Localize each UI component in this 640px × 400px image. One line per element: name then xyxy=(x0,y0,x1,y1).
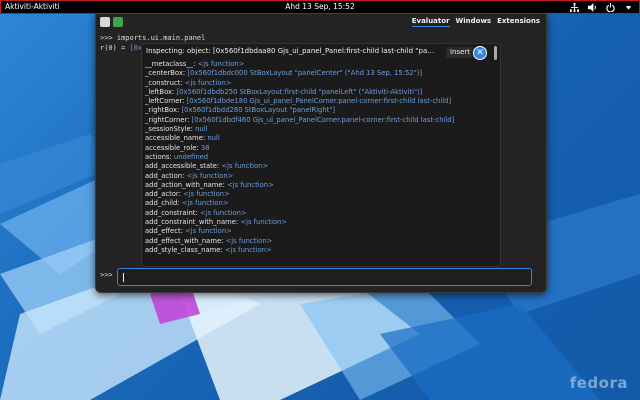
scrollbar[interactable] xyxy=(494,46,497,60)
property-row: _sessionStyle: null xyxy=(145,125,495,134)
close-icon[interactable]: ✕ xyxy=(473,46,487,60)
tab-extensions[interactable]: Extensions xyxy=(497,17,540,27)
property-row: __metaclass__: <js function> xyxy=(145,60,495,69)
property-row: add_accessible_state: <js function> xyxy=(145,162,495,171)
property-list: __metaclass__: <js function> _centerBox: … xyxy=(145,60,495,255)
property-name: _rightBox: xyxy=(145,106,182,115)
property-name: actions: xyxy=(145,152,174,161)
property-value[interactable]: [0x560f1dbde180 Gjs_ui_panel_PanelCorner… xyxy=(187,97,452,105)
property-value[interactable]: undefined xyxy=(174,153,208,161)
property-name: add_action_with_name: xyxy=(145,180,228,189)
property-name: accessible_role: xyxy=(145,143,201,152)
property-row: _rightBox: [0x560f1dbdd280 StBoxLayout "… xyxy=(145,106,495,115)
property-row: _construct: <js function> xyxy=(145,79,495,88)
property-row: accessible_name: null xyxy=(145,134,495,143)
clock[interactable]: Ahd 13 Sep, 15:52 xyxy=(1,2,639,11)
property-value[interactable]: [0x560f1dbdb250 StBoxLayout:first-child … xyxy=(177,88,423,96)
property-value[interactable]: <js function> xyxy=(221,162,268,170)
property-name: _construct: xyxy=(145,78,185,87)
property-name: add_constraint_with_name: xyxy=(145,218,241,227)
property-value[interactable]: <js function> xyxy=(225,246,272,254)
property-row: actions: undefined xyxy=(145,153,495,162)
property-name: add_action: xyxy=(145,171,187,180)
property-row: add_effect: <js function> xyxy=(145,227,495,236)
property-value[interactable]: [0x560f1dbdf460 Gjs_ui_panel_PanelCorner… xyxy=(192,116,455,124)
property-value[interactable]: <js function> xyxy=(182,199,229,207)
property-row: _leftBox: [0x560f1dbdb250 StBoxLayout:fi… xyxy=(145,88,495,97)
property-name: add_child: xyxy=(145,199,182,208)
property-row: add_action: <js function> xyxy=(145,172,495,181)
property-name: add_effect: xyxy=(145,227,186,236)
property-name: _sessionStyle: xyxy=(145,125,196,134)
property-name: add_actor: xyxy=(145,190,184,199)
property-row: _rightCorner: [0x560f1dbdf460 Gjs_ui_pan… xyxy=(145,116,495,125)
tab-bar: Evaluator Windows Extensions xyxy=(411,17,540,27)
gc-icon[interactable] xyxy=(113,17,123,27)
property-value[interactable]: <js function> xyxy=(187,172,234,180)
picker-icon[interactable] xyxy=(100,17,110,27)
result-prefix: r(0) = xyxy=(100,44,130,52)
property-value[interactable]: [0x560f1dbdc000 StBoxLayout "panelCenter… xyxy=(187,69,422,77)
property-value[interactable]: <js function> xyxy=(183,190,230,198)
property-value[interactable]: <js function> xyxy=(198,60,245,68)
property-name: accessible_name: xyxy=(145,134,208,143)
property-value[interactable]: [0x560f1dbdd280 StBoxLayout "panelRight"… xyxy=(181,106,335,114)
property-value[interactable]: <js function> xyxy=(200,209,247,217)
property-value[interactable]: null xyxy=(207,134,219,142)
fedora-logo: fedora xyxy=(569,374,628,392)
property-row: _leftCorner: [0x560f1dbde180 Gjs_ui_pane… xyxy=(145,97,495,106)
property-name: _leftBox: xyxy=(145,87,177,96)
property-name: _rightCorner: xyxy=(145,115,192,124)
property-value[interactable]: <js function> xyxy=(185,227,232,235)
tab-windows[interactable]: Windows xyxy=(456,17,492,27)
volume-icon xyxy=(587,2,597,12)
property-name: __metaclass__: xyxy=(145,60,198,68)
network-icon xyxy=(569,2,579,12)
property-row: accessible_role: 38 xyxy=(145,144,495,153)
property-name: _leftCorner: xyxy=(145,97,187,106)
property-row: _centerBox: [0x560f1dbdc000 StBoxLayout … xyxy=(145,69,495,78)
object-inspector: Inspecting: object: [0x560f1dbdaa80 Gjs_… xyxy=(141,43,501,267)
property-row: add_style_class_name: <js function> xyxy=(145,246,495,255)
eval-input[interactable] xyxy=(117,268,532,286)
insert-button[interactable]: Insert xyxy=(446,47,474,58)
text-caret xyxy=(123,273,124,282)
system-tray[interactable] xyxy=(569,2,633,12)
property-row: add_effect_with_name: <js function> xyxy=(145,237,495,246)
property-row: add_child: <js function> xyxy=(145,199,495,208)
top-bar: Aktiviti-Aktiviti Ahd 13 Sep, 15:52 xyxy=(0,0,640,14)
property-row: add_constraint: <js function> xyxy=(145,209,495,218)
property-row: add_constraint_with_name: <js function> xyxy=(145,218,495,227)
property-value[interactable]: 38 xyxy=(201,144,210,152)
power-icon xyxy=(605,2,615,12)
looking-glass-toolbar xyxy=(100,17,123,27)
property-value[interactable]: null xyxy=(195,125,207,133)
property-value[interactable]: <js function> xyxy=(227,181,274,189)
property-row: add_action_with_name: <js function> xyxy=(145,181,495,190)
property-name: add_constraint: xyxy=(145,208,200,217)
property-value[interactable]: <js function> xyxy=(240,218,287,226)
inspector-title: Inspecting: object: [0x560f1dbdaa80 Gjs_… xyxy=(146,47,436,55)
property-name: _centerBox: xyxy=(145,69,188,78)
property-name: add_style_class_name: xyxy=(145,245,225,254)
tab-evaluator[interactable]: Evaluator xyxy=(411,17,450,27)
property-name: add_accessible_state: xyxy=(145,162,222,171)
looking-glass-header: Evaluator Windows Extensions xyxy=(96,14,546,30)
property-row: add_actor: <js function> xyxy=(145,190,495,199)
property-value[interactable]: <js function> xyxy=(226,237,273,245)
chevron-down-icon xyxy=(623,2,633,12)
entry-prompt: >>> xyxy=(100,271,113,279)
property-value[interactable]: <js function> xyxy=(185,79,232,87)
property-name: add_effect_with_name: xyxy=(145,236,226,245)
command-line: >>> imports.ui.main.panel xyxy=(100,34,206,42)
